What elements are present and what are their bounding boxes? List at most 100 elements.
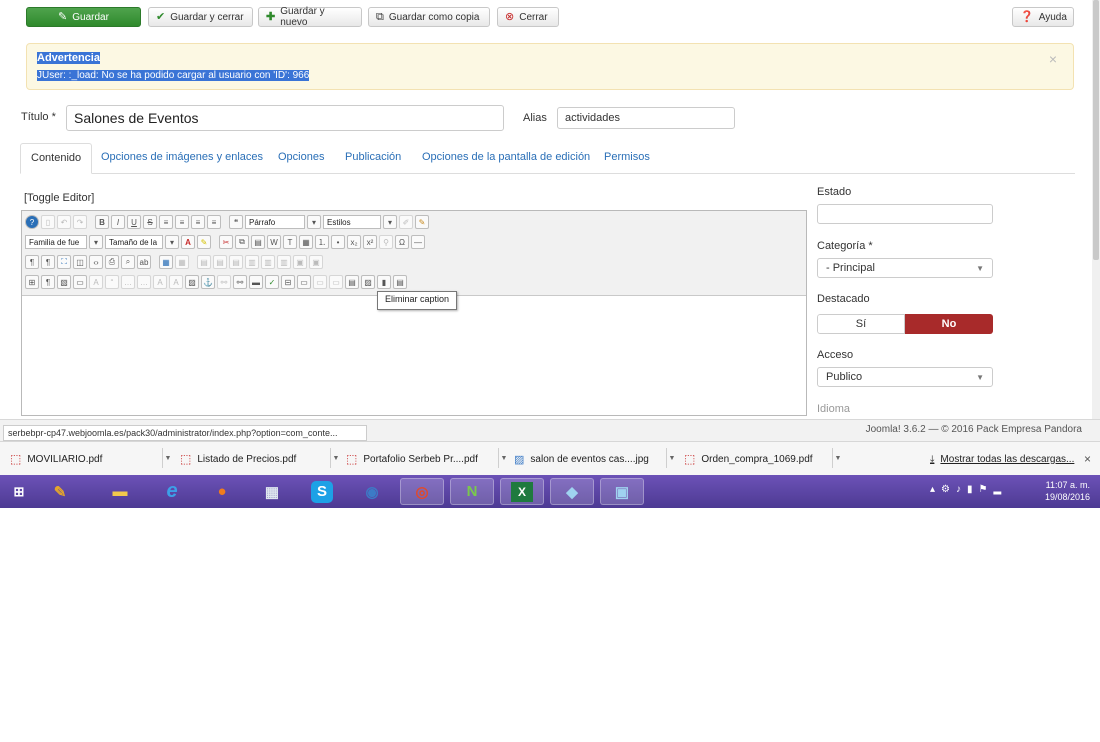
bold-icon[interactable]: B: [95, 215, 109, 229]
nonbreaking-icon[interactable]: ▭: [297, 275, 311, 289]
start-icon[interactable]: ⊞: [4, 478, 34, 505]
close-button[interactable]: ⊗ Cerrar: [497, 7, 559, 27]
app-icon[interactable]: ✎: [38, 478, 82, 505]
row-before-icon[interactable]: ▤: [197, 255, 211, 269]
chevron-down-icon[interactable]: ▾: [307, 215, 321, 229]
featured-yes-button[interactable]: Sí: [817, 314, 905, 334]
align-center-icon[interactable]: ≡: [175, 215, 189, 229]
superscript-icon[interactable]: x²: [363, 235, 377, 249]
rtl-icon[interactable]: ¶: [41, 255, 55, 269]
show-blocks-icon[interactable]: ¶: [41, 275, 55, 289]
align-right-icon[interactable]: ≡: [191, 215, 205, 229]
template-icon[interactable]: ▧: [57, 275, 71, 289]
tab-permissions[interactable]: Permisos: [604, 143, 650, 173]
link-icon[interactable]: ⚯: [233, 275, 247, 289]
bullet-list-icon[interactable]: •: [331, 235, 345, 249]
toggle-editor-link[interactable]: [Toggle Editor]: [24, 192, 94, 204]
highlight-icon[interactable]: ✎: [197, 235, 211, 249]
state-select[interactable]: Publicado ▼: [817, 204, 993, 224]
select-all-icon[interactable]: ▦: [299, 235, 313, 249]
skype-icon[interactable]: S: [300, 478, 344, 505]
page-scrollbar[interactable]: [1092, 0, 1100, 419]
row-delete-icon[interactable]: ▤: [229, 255, 243, 269]
download-item[interactable]: ⬚ Portafolio Serbeb Pr....pdf ▼: [346, 448, 508, 470]
save-copy-button[interactable]: ⧉ Guardar como copia: [368, 7, 490, 27]
tab-edit-screen[interactable]: Opciones de la pantalla de edición: [422, 143, 590, 173]
special-char-icon[interactable]: Ω: [395, 235, 409, 249]
delete-text-icon[interactable]: A: [153, 275, 167, 289]
unlink-icon[interactable]: ⚯: [217, 275, 231, 289]
table-props-icon[interactable]: ▦: [175, 255, 189, 269]
scrollbar-thumb[interactable]: [1093, 0, 1099, 260]
insert-text-icon[interactable]: A: [169, 275, 183, 289]
paste-icon[interactable]: ▤: [251, 235, 265, 249]
visual-aid-icon[interactable]: ⊞: [25, 275, 39, 289]
acronym-icon[interactable]: …: [137, 275, 151, 289]
chevron-down-icon[interactable]: ▼: [162, 448, 173, 468]
file-explorer-icon[interactable]: ▬: [98, 478, 142, 505]
download-item[interactable]: ⬚ Orden_compra_1069.pdf ▼: [684, 448, 844, 470]
copy-icon[interactable]: ⧉: [235, 235, 249, 249]
preview-icon[interactable]: ◫: [73, 255, 87, 269]
download-item[interactable]: ▨ salon de eventos cas....jpg ▼: [514, 448, 677, 470]
col-before-icon[interactable]: ▥: [245, 255, 259, 269]
row-after-icon[interactable]: ▤: [213, 255, 227, 269]
app-icon[interactable]: ◆: [550, 478, 594, 505]
quote-icon[interactable]: ❝: [229, 215, 243, 229]
calculator-icon[interactable]: ▦: [250, 478, 294, 505]
styles-select[interactable]: Estilos: [323, 215, 381, 229]
media-icon[interactable]: ▬: [249, 275, 263, 289]
image-icon[interactable]: ▨: [185, 275, 199, 289]
chevron-down-icon[interactable]: ▼: [666, 448, 677, 468]
tab-images-links[interactable]: Opciones de imágenes y enlaces: [101, 143, 263, 173]
firefox-icon[interactable]: ●: [200, 478, 244, 505]
search-icon[interactable]: ⌕: [121, 255, 135, 269]
tab-content[interactable]: Contenido: [20, 143, 93, 174]
cut-icon[interactable]: ✂: [219, 235, 233, 249]
new-doc-icon[interactable]: ▯: [41, 215, 55, 229]
chevron-down-icon[interactable]: ▼: [832, 448, 843, 468]
horizontal-rule-icon[interactable]: —: [411, 235, 425, 249]
underline-icon[interactable]: U: [127, 215, 141, 229]
show-all-downloads-link[interactable]: ⤓ Mostrar todas las descargas...: [930, 448, 1074, 470]
font-family-select[interactable]: Familia de fue: [25, 235, 87, 249]
chevron-down-icon[interactable]: ▾: [383, 215, 397, 229]
split-cells-icon[interactable]: ▣: [309, 255, 323, 269]
download-item[interactable]: ⬚ MOVILIARIO.pdf ▼: [10, 448, 172, 470]
undo-icon[interactable]: ↶: [57, 215, 71, 229]
text-color-icon[interactable]: A: [181, 235, 195, 249]
brush-icon[interactable]: ✎: [415, 215, 429, 229]
strikethrough-icon[interactable]: S: [143, 215, 157, 229]
alert-close-icon[interactable]: ×: [1049, 51, 1057, 67]
replace-icon[interactable]: ab: [137, 255, 151, 269]
clock[interactable]: 11:07 a. m. 19/08/2016: [1045, 479, 1090, 503]
chevron-down-icon[interactable]: ▼: [498, 448, 509, 468]
style-props-icon[interactable]: A: [89, 275, 103, 289]
ltr-icon[interactable]: ¶: [25, 255, 39, 269]
align-left-icon[interactable]: ≡: [159, 215, 173, 229]
app-icon[interactable]: ▣: [600, 478, 644, 505]
tab-publishing[interactable]: Publicación: [345, 143, 401, 173]
chevron-down-icon[interactable]: ▾: [89, 235, 103, 249]
layer-icon[interactable]: ▭: [73, 275, 87, 289]
featured-no-button[interactable]: No: [905, 314, 993, 334]
tab-options[interactable]: Opciones: [278, 143, 324, 173]
align-justify-icon[interactable]: ≡: [207, 215, 221, 229]
internet-explorer-icon[interactable]: e: [150, 478, 194, 505]
col-after-icon[interactable]: ▥: [261, 255, 275, 269]
app-icon[interactable]: ◉: [350, 478, 394, 505]
col-delete-icon[interactable]: ▥: [277, 255, 291, 269]
rich-text-editor[interactable]: ? ▯ ↶ ↷ B I U S ≡ ≡ ≡ ≡ ❝ Párrafo ▾ Esti…: [21, 210, 807, 416]
table-icon[interactable]: ▦: [159, 255, 173, 269]
article-icon[interactable]: ▤: [345, 275, 359, 289]
download-item[interactable]: ⬚ Listado de Precios.pdf ▼: [180, 448, 342, 470]
spellcheck-icon[interactable]: ✓: [265, 275, 279, 289]
italic-icon[interactable]: I: [111, 215, 125, 229]
excel-icon[interactable]: X: [500, 478, 544, 505]
chevron-down-icon[interactable]: ▾: [165, 235, 179, 249]
caption-remove-icon[interactable]: ▭: [329, 275, 343, 289]
picture-icon[interactable]: ▨: [361, 275, 375, 289]
save-new-button[interactable]: ✚ Guardar y nuevo: [258, 6, 362, 28]
access-select[interactable]: Publico ▼: [817, 367, 993, 387]
category-select[interactable]: - Principal ▼: [817, 258, 993, 278]
